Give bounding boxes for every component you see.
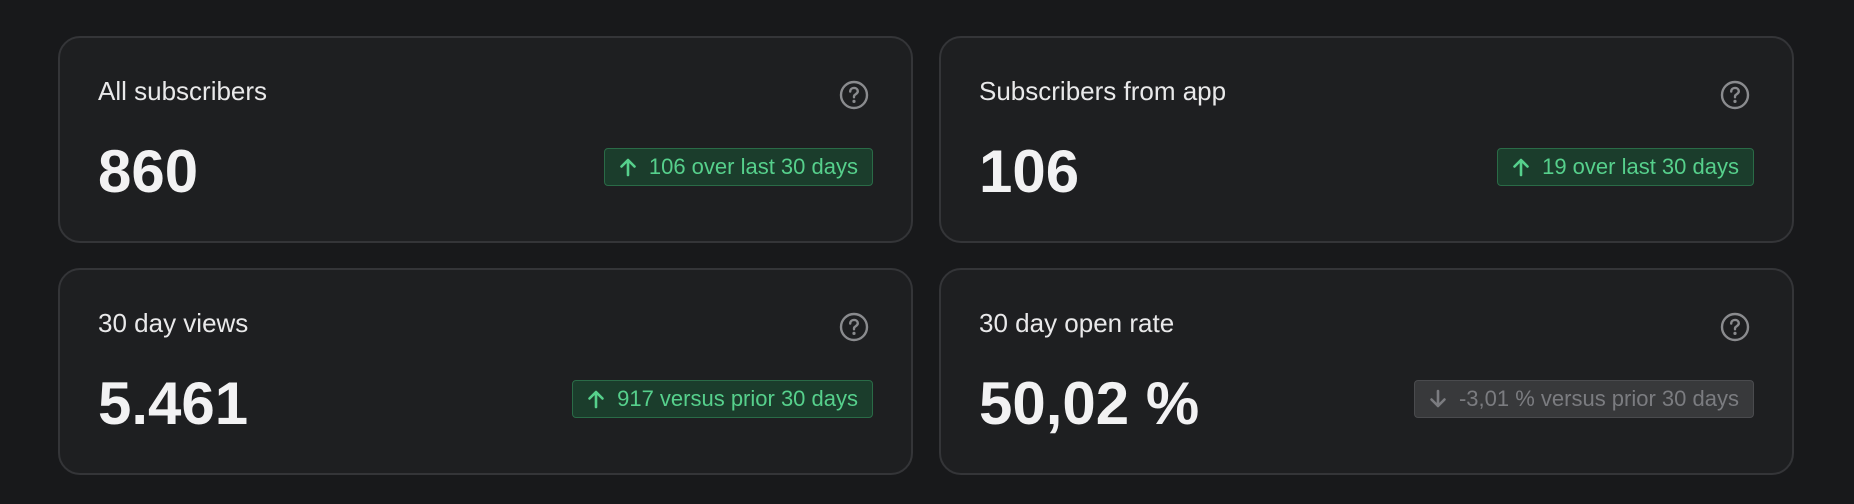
stats-grid: All subscribers 860 106 over last 30 day… [58,36,1794,475]
stat-card-value: 860 [98,138,199,205]
trend-badge-label: -3,01 % versus prior 30 days [1458,386,1739,411]
trend-badge-label: 106 over last 30 days [648,154,858,179]
question-circle-icon[interactable] [1720,80,1750,110]
trend-badge-label: 917 versus prior 30 days [617,386,858,411]
trend-badge: -3,01 % versus prior 30 days [1413,380,1754,418]
arrow-down-icon [1425,386,1451,412]
trend-badge-label: 19 over last 30 days [1542,154,1739,179]
stat-card-all-subscribers: All subscribers 860 106 over last 30 day… [58,36,913,243]
arrow-up-icon [615,154,641,180]
stat-card-title: All subscribers [98,76,268,106]
stat-card-title: Subscribers from app [979,76,1227,106]
arrow-up-icon [1508,154,1534,180]
question-circle-icon[interactable] [1720,312,1750,342]
question-circle-icon[interactable] [839,312,869,342]
arrow-up-icon [583,386,609,412]
trend-badge: 106 over last 30 days [603,148,873,186]
question-circle-icon-graphic [1720,312,1750,342]
question-circle-icon-graphic [839,80,869,110]
stat-card-value: 50,02 % [979,370,1200,437]
stat-card-value: 5.461 [98,370,249,437]
stat-card-subscribers-from-app: Subscribers from app 106 19 over last 30… [939,36,1794,243]
stat-card-value: 106 [979,138,1080,205]
stat-card-30-day-open-rate: 30 day open rate 50,02 % -3,01 % versus … [939,268,1794,475]
trend-badge: 19 over last 30 days [1497,148,1754,186]
question-circle-icon[interactable] [839,80,869,110]
stat-card-title: 30 day views [98,308,249,338]
stat-card-title: 30 day open rate [979,308,1175,338]
stat-card-30-day-views: 30 day views 5.461 917 versus prior 30 d… [58,268,913,475]
question-circle-icon-graphic [839,312,869,342]
trend-badge: 917 versus prior 30 days [572,380,873,418]
question-circle-icon-graphic [1720,80,1750,110]
